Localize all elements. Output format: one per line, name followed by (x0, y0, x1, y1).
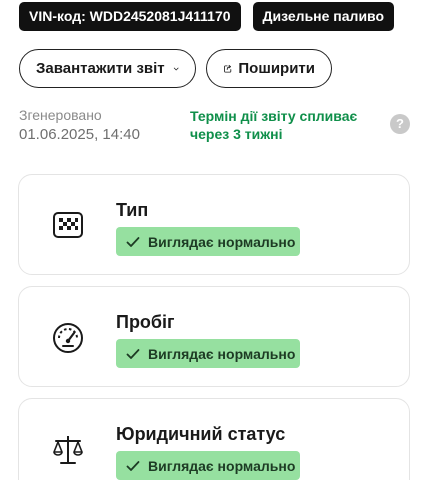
check-card-type[interactable]: Тип Виглядає нормально (18, 174, 410, 275)
share-button[interactable]: Поширити (206, 49, 332, 88)
generated-label: Згенеровано (19, 107, 102, 123)
checkmark-icon (126, 348, 140, 359)
share-icon (224, 64, 232, 73)
status-badge-label: Виглядає нормально (148, 233, 296, 250)
expiry-notice: Термін дії звіту спливає через 3 тижні (190, 108, 358, 142)
status-badge: Виглядає нормально (116, 451, 300, 480)
check-card-legal[interactable]: Юридичний статус Виглядає нормально (18, 398, 410, 480)
share-label: Поширити (238, 60, 315, 77)
status-badge: Виглядає нормально (116, 227, 300, 256)
download-report-label: Завантажити звіт (36, 60, 165, 77)
check-card-mileage[interactable]: Пробіг Виглядає нормально (18, 286, 410, 387)
download-report-button[interactable]: Завантажити звіт (19, 49, 196, 88)
generated-date: 01.06.2025, 14:40 (19, 126, 140, 143)
speedometer-icon (53, 323, 83, 353)
checkmark-icon (126, 236, 140, 247)
help-icon[interactable]: ? (390, 114, 410, 134)
status-badge: Виглядає нормально (116, 339, 300, 368)
check-title: Юридичний статус (116, 424, 286, 444)
check-title: Пробіг (116, 312, 175, 332)
header-chips: VIN-код: WDD2452081J411170 Дизельне пали… (19, 2, 395, 31)
checkmark-icon (126, 460, 140, 471)
taxi-icon (53, 212, 83, 238)
report-meta: Згенеровано 01.06.2025, 14:40 Термін дії… (19, 107, 410, 147)
chevron-down-icon (173, 67, 179, 70)
scales-icon (53, 436, 83, 464)
vin-chip: VIN-код: WDD2452081J411170 (19, 2, 241, 31)
report-actions: Завантажити звіт Поширити (19, 49, 332, 88)
fuel-chip: Дизельне паливо (252, 2, 395, 31)
check-title: Тип (116, 200, 149, 220)
status-badge-label: Виглядає нормально (148, 457, 296, 474)
status-badge-label: Виглядає нормально (148, 345, 296, 362)
